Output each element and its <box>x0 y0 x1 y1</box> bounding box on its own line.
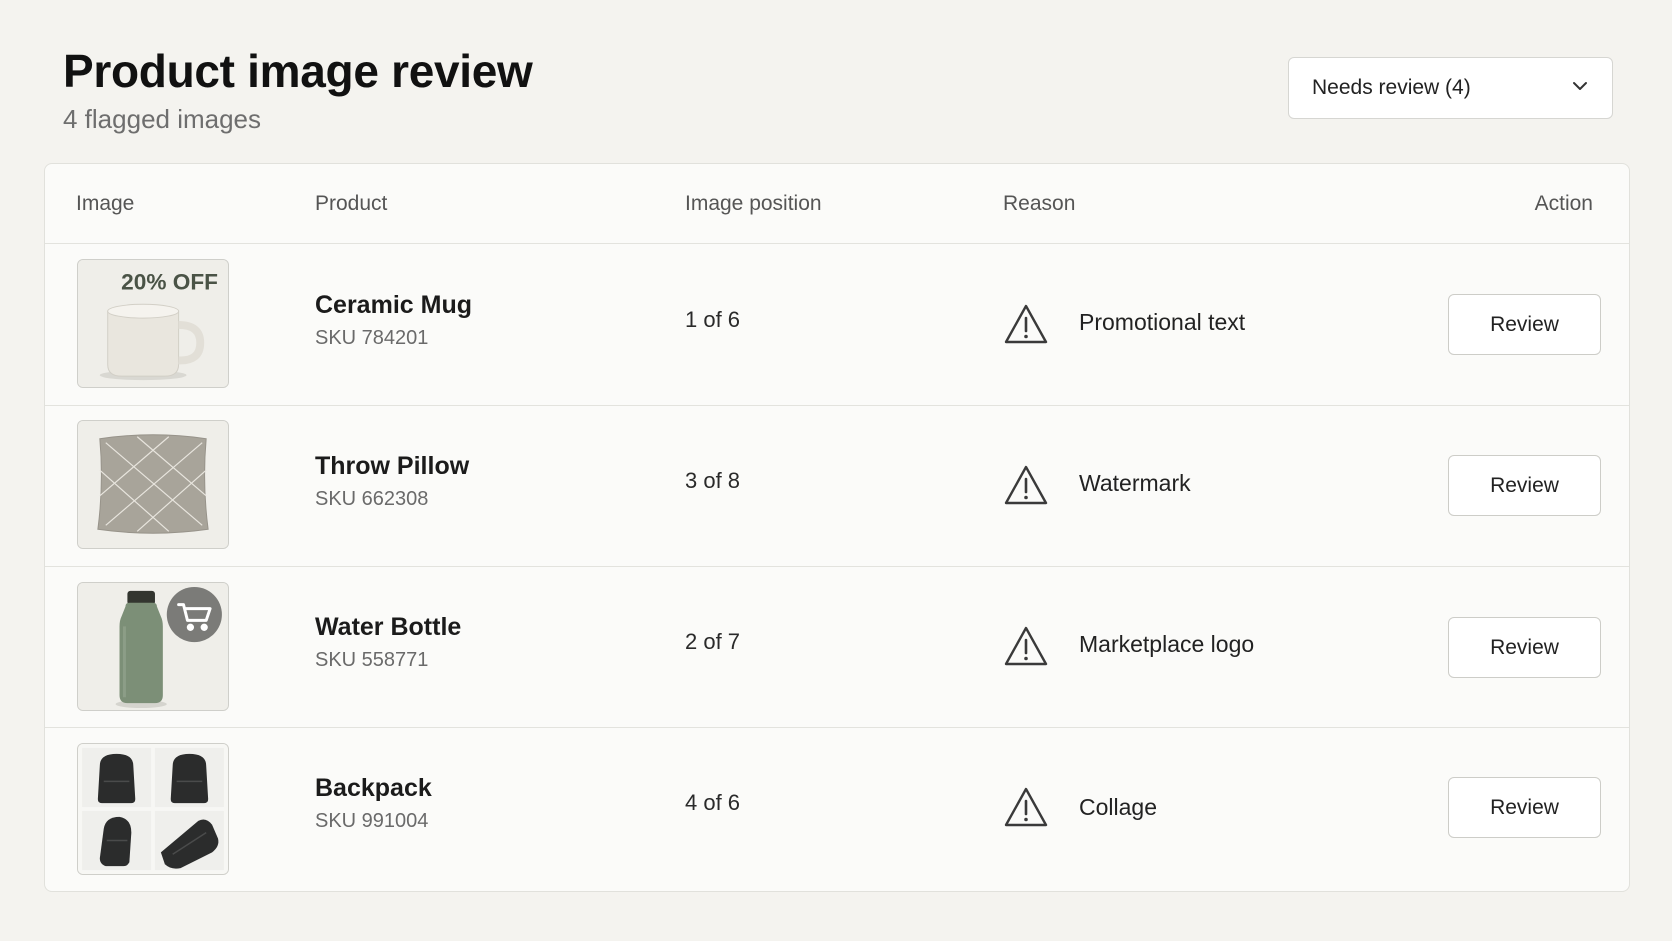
chevron-down-icon <box>1570 76 1590 101</box>
table-row: 20% OFF Ceramic Mug SKU 784201 1 of 6 Pr… <box>45 245 1629 406</box>
image-position: 1 of 6 <box>685 307 741 332</box>
product-thumbnail-pillow[interactable] <box>77 420 229 549</box>
flagged-images-table: Image Product Image position Reason Acti… <box>44 163 1630 892</box>
flagged-count: 4 flagged images <box>63 104 262 134</box>
flag-reason: Promotional text <box>1079 309 1246 335</box>
warning-icon <box>1003 303 1049 345</box>
thumbnail-overlay-text: 20% OFF <box>121 270 218 295</box>
product-thumbnail-bottle[interactable] <box>77 582 229 711</box>
flag-reason: Collage <box>1079 794 1157 820</box>
image-position: 4 of 6 <box>685 790 741 815</box>
column-header-action: Action <box>1534 192 1593 215</box>
image-position: 3 of 8 <box>685 468 741 493</box>
product-thumbnail-mug[interactable]: 20% OFF <box>77 259 229 388</box>
product-sku: SKU 662308 <box>315 488 429 510</box>
column-header-reason: Reason <box>1003 192 1076 215</box>
product-sku: SKU 784201 <box>315 327 429 349</box>
warning-icon <box>1003 464 1049 506</box>
warning-icon <box>1003 786 1049 828</box>
product-thumbnail-backpack-collage[interactable] <box>77 743 229 875</box>
page-title: Product image review <box>63 45 533 97</box>
column-header-image: Image <box>76 192 135 215</box>
review-button[interactable]: Review <box>1448 777 1601 838</box>
table-row: Backpack SKU 991004 4 of 6 Collage Revie… <box>45 728 1629 889</box>
status-filter-value: Needs review (4) <box>1312 76 1471 99</box>
product-image-review-page: Product image review 4 flagged images Ne… <box>0 0 1672 941</box>
product-sku: SKU 991004 <box>315 810 429 832</box>
flag-reason: Watermark <box>1079 470 1191 496</box>
review-button[interactable]: Review <box>1448 294 1601 355</box>
flag-reason: Marketplace logo <box>1079 631 1255 657</box>
table-row: Water Bottle SKU 558771 2 of 7 Marketpla… <box>45 567 1629 728</box>
image-position: 2 of 7 <box>685 629 741 654</box>
column-header-product: Product <box>315 192 388 215</box>
status-filter-dropdown[interactable]: Needs review (4) <box>1288 57 1613 119</box>
review-button[interactable]: Review <box>1448 455 1601 516</box>
product-sku: SKU 558771 <box>315 649 429 671</box>
product-name: Ceramic Mug <box>315 291 472 319</box>
review-button[interactable]: Review <box>1448 617 1601 678</box>
product-name: Throw Pillow <box>315 452 470 480</box>
column-header-image-position: Image position <box>685 192 822 215</box>
warning-icon <box>1003 625 1049 667</box>
table-row: Throw Pillow SKU 662308 3 of 8 Watermark… <box>45 406 1629 567</box>
table-header: Image Product Image position Reason Acti… <box>45 164 1629 244</box>
product-name: Water Bottle <box>315 613 462 641</box>
product-name: Backpack <box>315 774 432 802</box>
